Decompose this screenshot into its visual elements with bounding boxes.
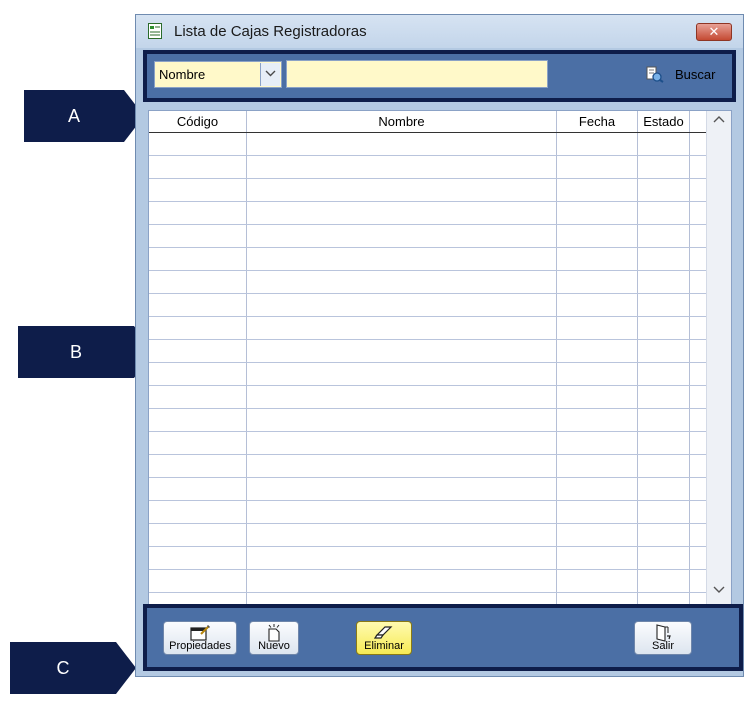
search-field-value: Nombre [159, 67, 206, 82]
table-row[interactable] [149, 294, 706, 317]
table-row[interactable] [149, 501, 706, 524]
search-button[interactable]: Buscar [641, 62, 731, 86]
search-binoculars-icon [646, 66, 664, 83]
table-row[interactable] [149, 225, 706, 248]
new-button-label: Nuevo [258, 640, 290, 652]
callout-a: A [24, 90, 144, 142]
table-row[interactable] [149, 478, 706, 501]
cash-register-grid[interactable]: Código Nombre Fecha Estado [148, 110, 732, 608]
table-row[interactable] [149, 386, 706, 409]
callout-b: B [18, 326, 154, 378]
delete-button[interactable]: Eliminar [356, 621, 412, 655]
table-row[interactable] [149, 547, 706, 570]
column-header-codigo[interactable]: Código [149, 111, 247, 132]
search-input[interactable] [286, 60, 548, 88]
column-header-nombre[interactable]: Nombre [247, 111, 557, 132]
new-button[interactable]: Nuevo [249, 621, 299, 655]
action-toolbar: Propiedades Nuevo Eliminar Salir [143, 604, 743, 671]
search-field-select[interactable]: Nombre [154, 61, 282, 88]
column-header-fecha[interactable]: Fecha [557, 111, 638, 132]
delete-button-label: Eliminar [364, 640, 404, 652]
cash-register-list-window: Lista de Cajas Registradoras ✕ Nombre Bu [135, 14, 744, 677]
callout-a-label: A [67, 105, 80, 126]
close-icon: ✕ [708, 24, 720, 39]
grid-body[interactable] [149, 133, 706, 607]
table-row[interactable] [149, 455, 706, 478]
table-row[interactable] [149, 133, 706, 156]
close-button[interactable]: ✕ [696, 23, 732, 41]
callout-c: C [10, 642, 136, 694]
table-row[interactable] [149, 202, 706, 225]
table-row[interactable] [149, 248, 706, 271]
table-row[interactable] [149, 179, 706, 202]
table-row[interactable] [149, 317, 706, 340]
window-title: Lista de Cajas Registradoras [174, 23, 367, 40]
search-panel: Nombre Buscar [143, 50, 736, 102]
properties-button-label: Propiedades [169, 640, 231, 652]
chevron-down-icon [265, 70, 276, 77]
callout-c-label: C [56, 657, 70, 678]
table-row[interactable] [149, 409, 706, 432]
title-bar[interactable]: Lista de Cajas Registradoras ✕ [136, 15, 743, 48]
callout-b-label: B [69, 341, 82, 362]
table-row[interactable] [149, 432, 706, 455]
exit-button[interactable]: Salir [634, 621, 692, 655]
table-row[interactable] [149, 524, 706, 547]
table-row[interactable] [149, 156, 706, 179]
scroll-down-icon[interactable] [713, 586, 725, 594]
search-button-label: Buscar [675, 67, 716, 82]
table-row[interactable] [149, 570, 706, 593]
grid-header: Código Nombre Fecha Estado [149, 111, 706, 133]
table-row[interactable] [149, 271, 706, 294]
dropdown-arrow[interactable] [260, 63, 280, 86]
column-header-estado[interactable]: Estado [638, 111, 690, 132]
document-list-icon [148, 23, 162, 39]
exit-button-label: Salir [651, 640, 674, 652]
vertical-scrollbar[interactable] [706, 111, 731, 607]
scroll-up-icon[interactable] [713, 115, 725, 123]
table-row[interactable] [149, 363, 706, 386]
table-row[interactable] [149, 340, 706, 363]
properties-button[interactable]: Propiedades [163, 621, 237, 655]
eraser-icon [374, 626, 393, 639]
